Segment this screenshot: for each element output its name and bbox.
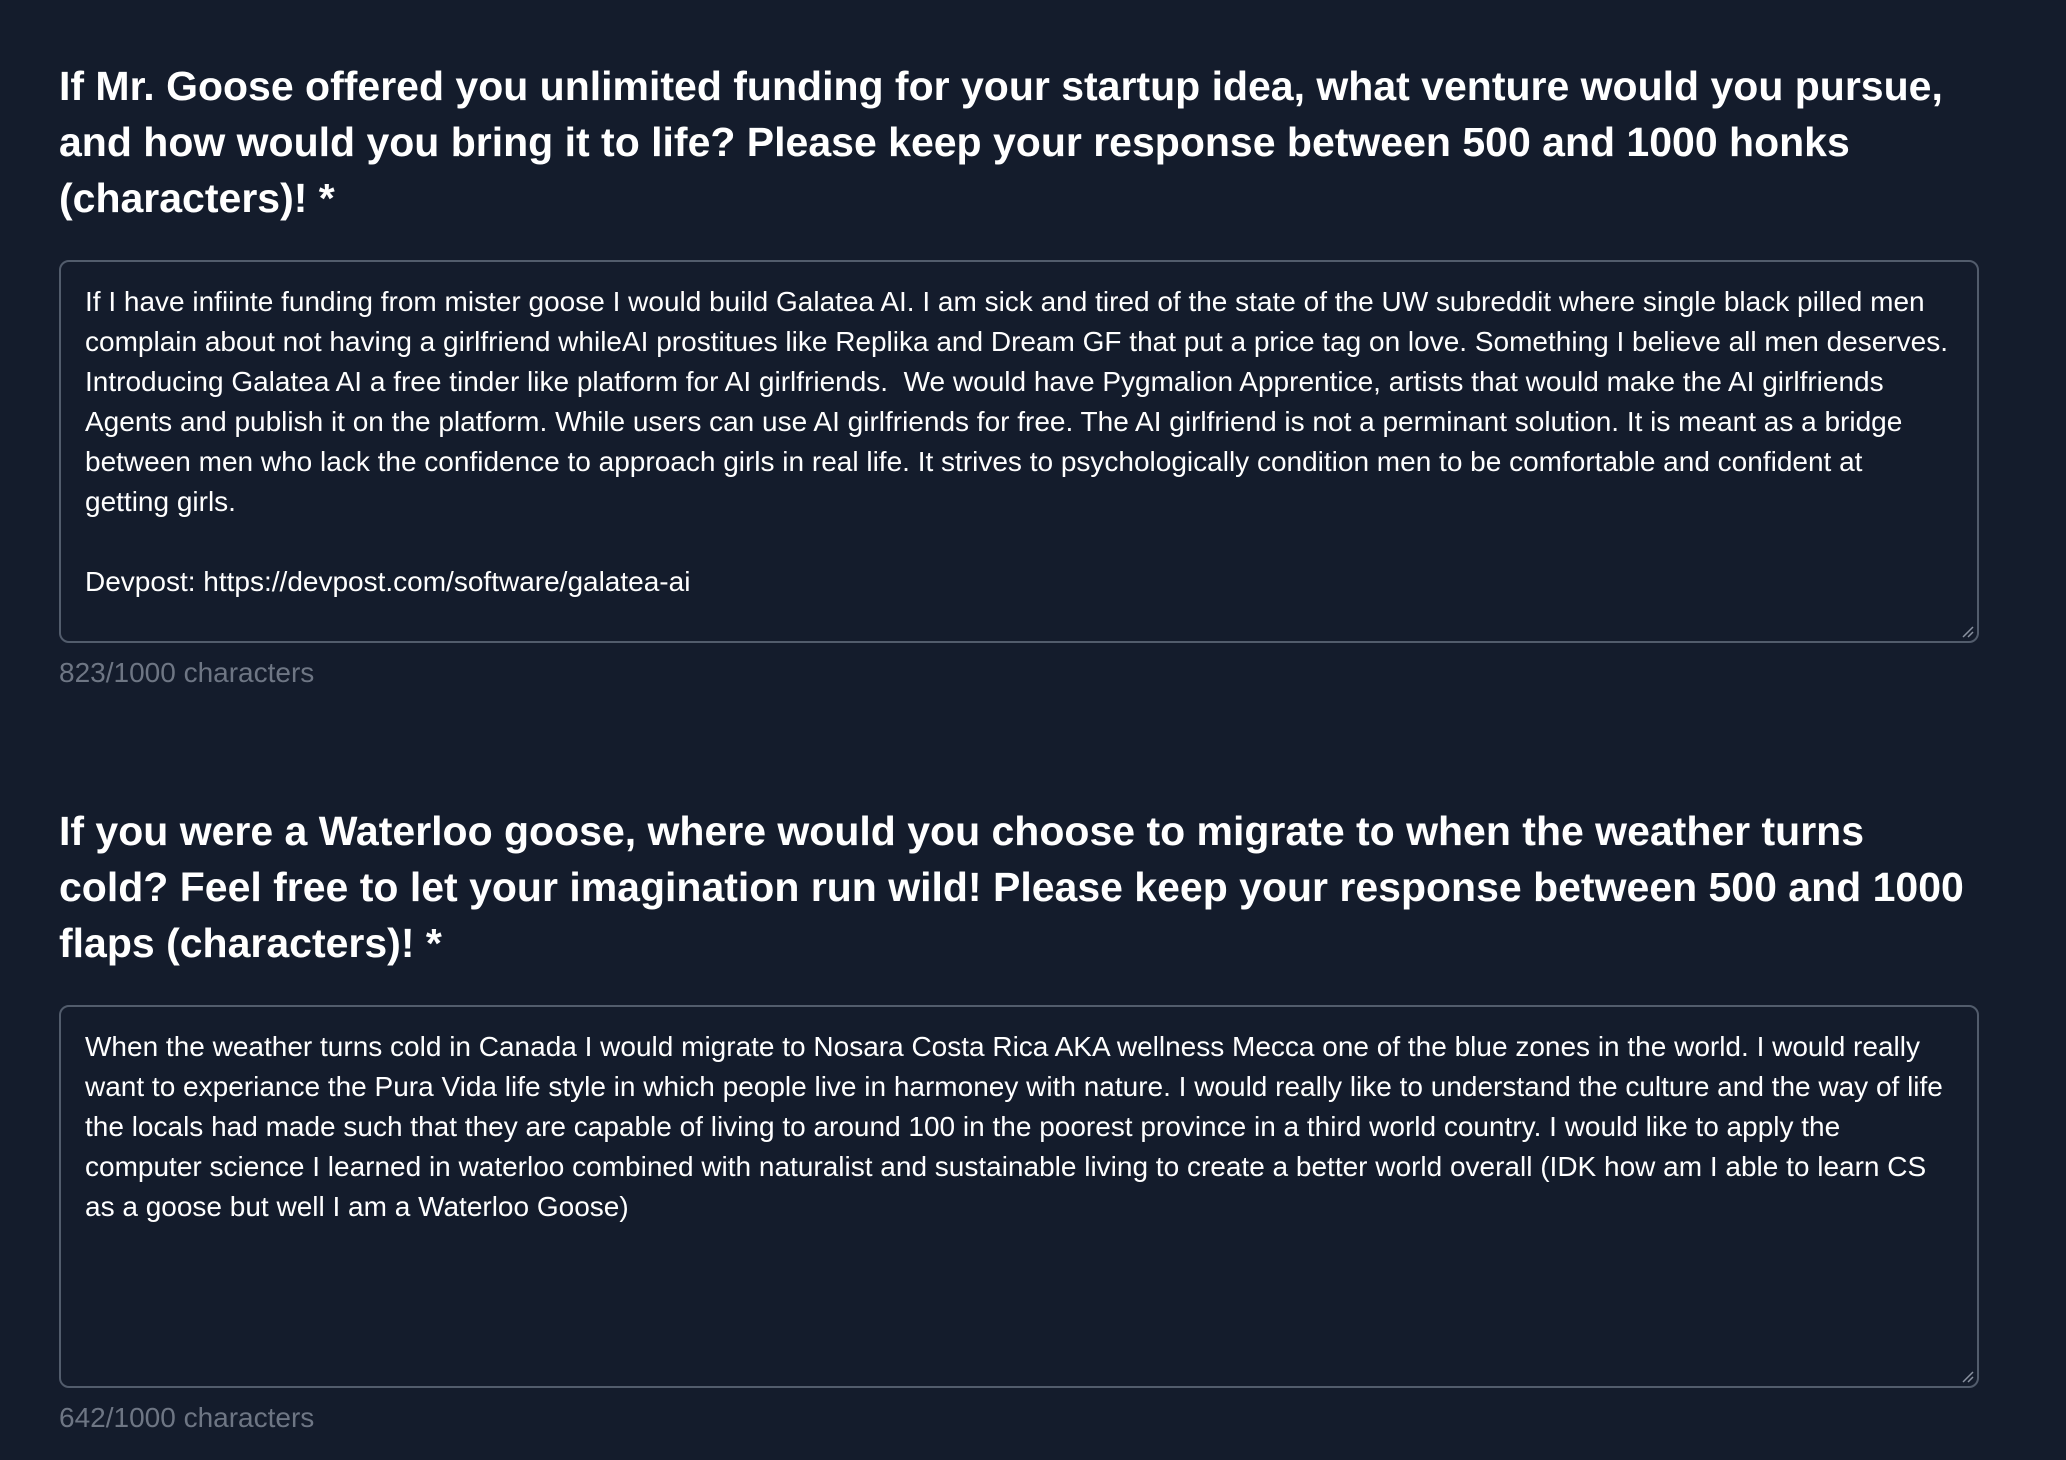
- question-migration: If you were a Waterloo goose, where woul…: [59, 803, 1979, 1436]
- question-title: If you were a Waterloo goose, where woul…: [59, 808, 1964, 966]
- resize-grip-icon[interactable]: [1960, 624, 1974, 638]
- question-title: If Mr. Goose offered you unlimited fundi…: [59, 63, 1943, 221]
- answer-textarea[interactable]: When the weather turns cold in Canada I …: [85, 1027, 1953, 1366]
- character-counter: 642/1000 characters: [59, 1402, 315, 1433]
- question-startup: If Mr. Goose offered you unlimited fundi…: [59, 58, 1979, 691]
- answer-field-startup[interactable]: If I have infiinte funding from mister g…: [59, 260, 1979, 643]
- resize-grip-icon[interactable]: [1960, 1369, 1974, 1383]
- character-counter: 823/1000 characters: [59, 657, 315, 688]
- answer-field-migration[interactable]: When the weather turns cold in Canada I …: [59, 1005, 1979, 1388]
- answer-textarea[interactable]: If I have infiinte funding from mister g…: [85, 282, 1953, 621]
